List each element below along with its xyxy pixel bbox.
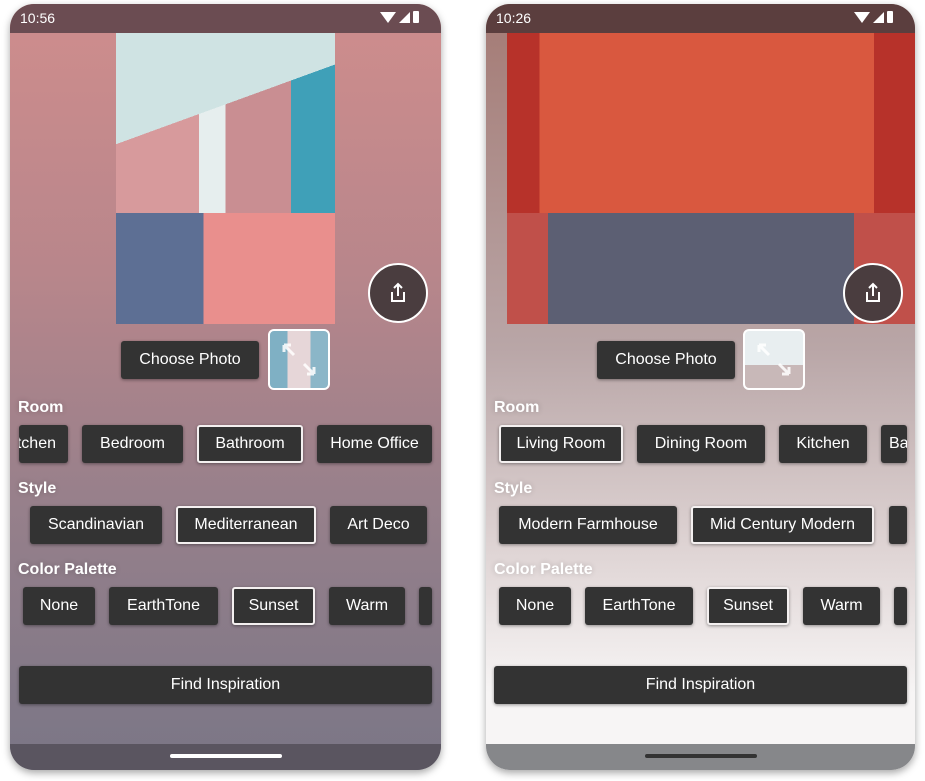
palette-chip[interactable]: EarthTone	[585, 587, 693, 625]
palette-chip[interactable]: Sunset	[232, 587, 315, 625]
share-button[interactable]	[843, 263, 903, 323]
expand-icon	[282, 343, 316, 376]
phone-screen-living-room: 10:26 Choose Photo Room Style Color Palette L…	[486, 4, 915, 770]
find-inspiration-button[interactable]: Find Inspiration	[19, 666, 432, 704]
status-bar: 10:26	[486, 4, 915, 33]
room-chip[interactable]: Kitchen	[779, 425, 867, 463]
palette-chip[interactable]: None	[499, 587, 571, 625]
navigation-bar	[486, 744, 915, 770]
style-chip[interactable]: Mediterranean	[176, 506, 316, 544]
room-chip[interactable]: Bathroom	[197, 425, 303, 463]
photo-floor	[116, 213, 335, 324]
status-time: 10:56	[20, 10, 56, 26]
style-chip[interactable]: Mid Century Modern	[691, 506, 874, 544]
palette-chip[interactable]	[419, 587, 432, 625]
style-label: Style	[494, 480, 533, 497]
find-inspiration-button[interactable]: Find Inspiration	[494, 666, 907, 704]
status-icons	[854, 11, 893, 23]
choose-photo-button[interactable]: Choose Photo	[121, 341, 259, 379]
room-chip[interactable]: Dining Room	[637, 425, 765, 463]
signal-icon	[873, 12, 884, 23]
source-photo-thumbnail[interactable]	[743, 329, 805, 390]
style-label: Style	[18, 480, 57, 497]
share-icon	[866, 282, 880, 302]
navigation-bar	[10, 744, 441, 770]
palette-label: Color Palette	[18, 561, 117, 578]
palette-chip[interactable]: None	[23, 587, 95, 625]
palette-chip[interactable]: Warm	[803, 587, 880, 625]
home-gesture-handle[interactable]	[644, 754, 757, 758]
wifi-icon	[380, 12, 396, 23]
style-chip[interactable]: Scandinavian	[30, 506, 162, 544]
room-label: Room	[18, 399, 64, 416]
battery-icon	[413, 11, 419, 23]
status-time: 10:26	[496, 10, 532, 26]
home-gesture-handle[interactable]	[169, 754, 282, 758]
palette-chip[interactable]: Warm	[329, 587, 405, 625]
room-label: Room	[494, 399, 540, 416]
room-chip[interactable]: Bedroom	[82, 425, 183, 463]
wifi-icon	[854, 12, 870, 23]
battery-icon	[887, 11, 893, 23]
share-button[interactable]	[368, 263, 428, 323]
style-chip[interactable]: Modern Farmhouse	[499, 506, 677, 544]
palette-chip[interactable]	[894, 587, 907, 625]
source-photo-thumbnail[interactable]	[268, 329, 330, 390]
palette-chip[interactable]: EarthTone	[109, 587, 218, 625]
expand-icon	[757, 343, 791, 376]
generated-room-photo	[116, 33, 335, 324]
room-chip[interactable]: Home Office	[317, 425, 432, 463]
style-chip[interactable]	[889, 506, 907, 544]
share-icon	[391, 282, 405, 302]
phone-screen-bathroom: 10:56 Choose Photo Room Style Color Palette K…	[10, 4, 441, 770]
status-icons	[380, 11, 419, 23]
style-chip[interactable]: Art Deco	[330, 506, 427, 544]
status-bar: 10:56	[10, 4, 441, 33]
palette-label: Color Palette	[494, 561, 593, 578]
room-chip[interactable]: Living Room	[499, 425, 623, 463]
choose-photo-button[interactable]: Choose Photo	[597, 341, 735, 379]
signal-icon	[399, 12, 410, 23]
palette-chip[interactable]: Sunset	[707, 587, 789, 625]
room-chip[interactable]: Bathroom	[881, 425, 907, 463]
room-chip[interactable]: Kitchen	[19, 425, 68, 463]
